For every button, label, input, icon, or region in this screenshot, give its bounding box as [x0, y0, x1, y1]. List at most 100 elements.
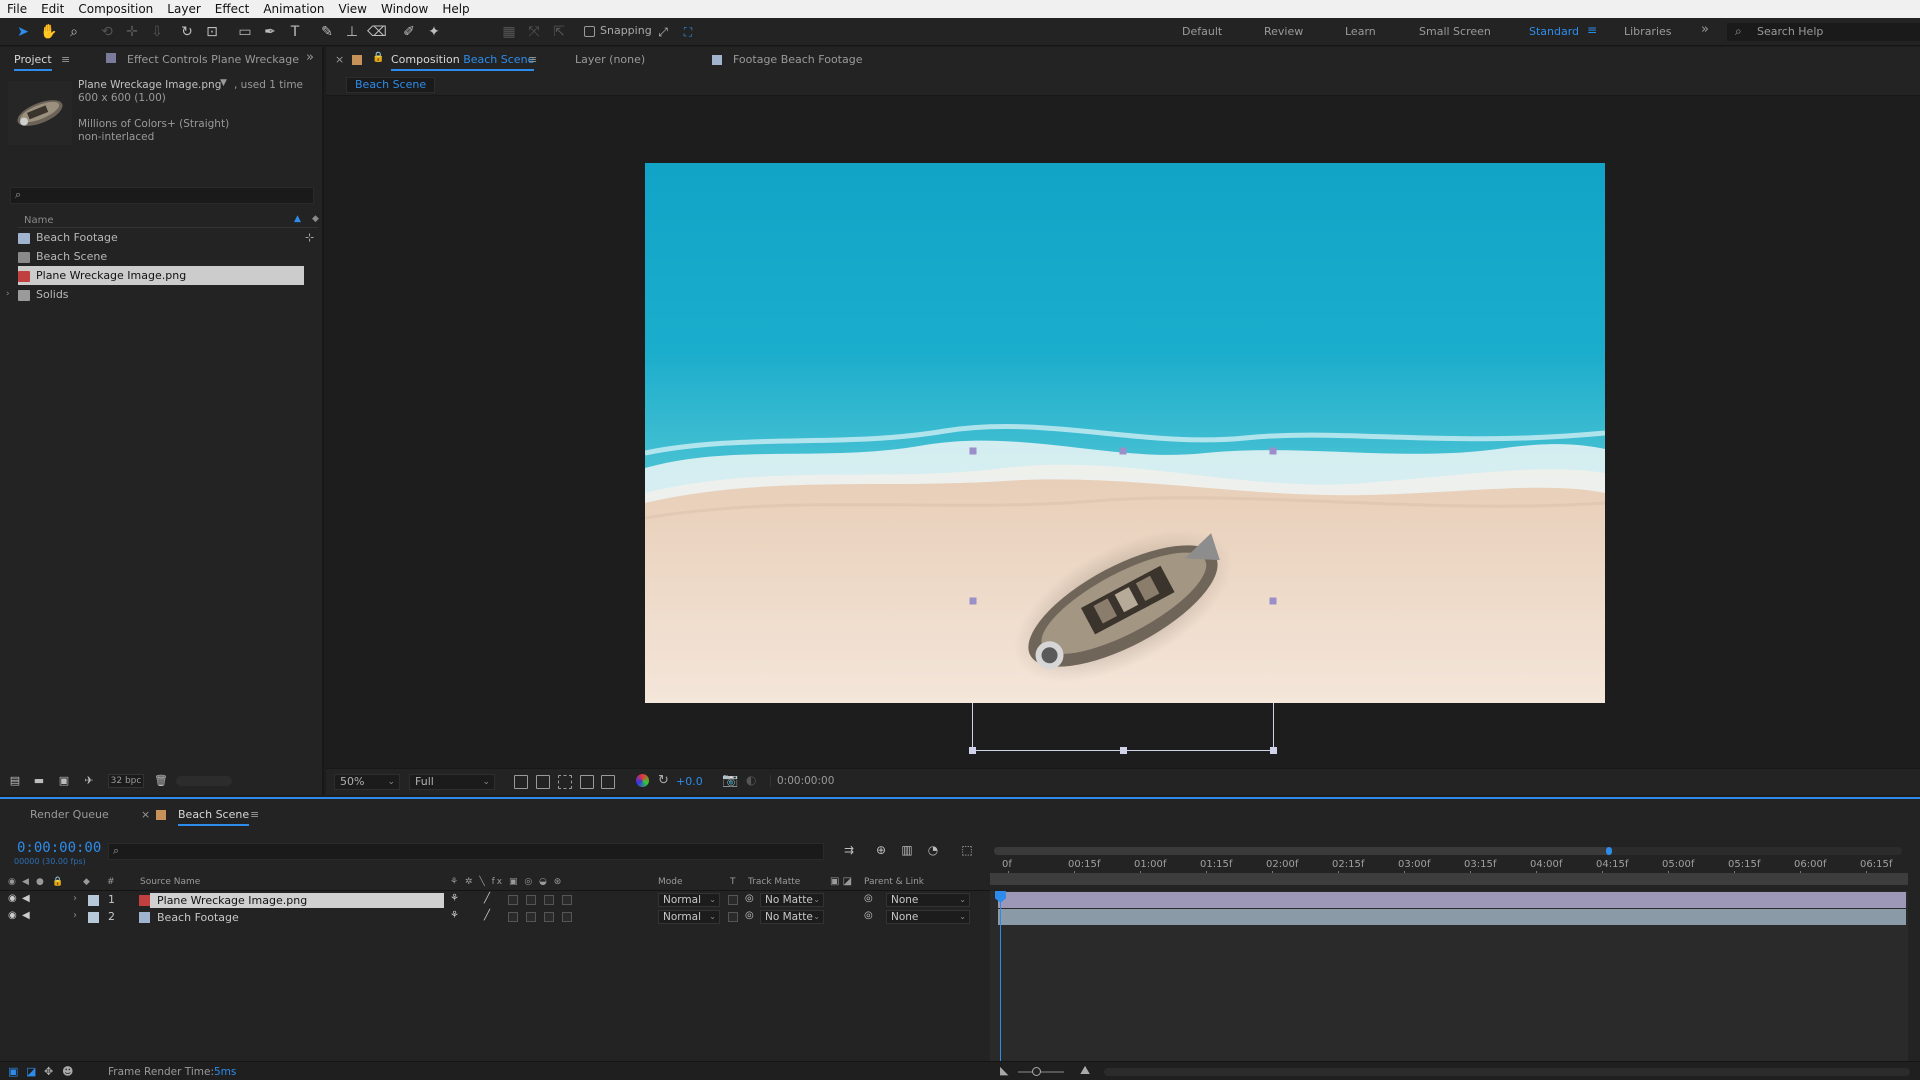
workspace-learn[interactable]: Learn: [1345, 25, 1376, 38]
eraser-tool-icon[interactable]: ⌫: [366, 21, 388, 43]
project-item-solids[interactable]: › Solids: [6, 285, 318, 304]
menu-animation[interactable]: Animation: [256, 0, 331, 18]
rectangle-tool-icon[interactable]: ▭: [234, 21, 256, 43]
blend-mode-dropdown[interactable]: Normal ⌄: [658, 910, 720, 924]
layer-duration-bar[interactable]: [998, 909, 1906, 925]
frame-blend-switch[interactable]: [526, 912, 536, 922]
playhead[interactable]: [995, 891, 1006, 1079]
bit-depth-button[interactable]: 32 bpc: [108, 774, 144, 788]
work-area-bar[interactable]: [994, 847, 1902, 855]
zoom-out-icon[interactable]: ◣: [1000, 1064, 1008, 1077]
solo-toggle-icon[interactable]: ●: [36, 877, 44, 887]
parent-link-header[interactable]: Parent & Link: [864, 877, 924, 887]
grid-guides-icon[interactable]: [601, 775, 615, 789]
sort-ascending-icon[interactable]: ▲: [294, 214, 301, 224]
quality-switch-icon[interactable]: ╱: [484, 893, 490, 904]
name-column-header[interactable]: Name: [24, 215, 54, 226]
project-item-plane-wreckage[interactable]: Plane Wreckage Image.png: [18, 266, 304, 285]
layer-row[interactable]: ◉ ◀ › 2 Beach Footage ⚘ ╱ Normal ⌄ ◎ No M…: [0, 909, 990, 926]
layer-label-color[interactable]: [88, 912, 99, 923]
tab-footage[interactable]: Footage Beach Footage: [733, 53, 862, 66]
source-name-header[interactable]: Source Name: [140, 877, 200, 887]
audio-icon[interactable]: ◀: [22, 910, 30, 921]
frame-blend-switch[interactable]: [526, 895, 536, 905]
eye-icon[interactable]: ◉: [8, 910, 17, 921]
local-axis-mode-icon[interactable]: ▦: [498, 21, 520, 43]
snap-features-icon[interactable]: ⛶: [677, 21, 699, 43]
world-axis-mode-icon[interactable]: ⤧: [523, 21, 545, 43]
mode-header[interactable]: Mode: [658, 877, 683, 887]
bounding-box-handle[interactable]: [969, 747, 976, 754]
in-out-toggle-icon[interactable]: ✥: [44, 1065, 53, 1078]
tab-effect-controls[interactable]: Effect Controls Plane Wreckage: [127, 53, 299, 66]
flowchart-icon[interactable]: ⊹: [305, 228, 314, 247]
video-toggle-icon[interactable]: ◉: [8, 877, 16, 887]
tab-render-queue[interactable]: Render Queue: [30, 808, 109, 821]
adjust-settings-icon[interactable]: ✈: [78, 770, 100, 792]
blend-mode-dropdown[interactable]: Normal ⌄: [658, 893, 720, 907]
mask-visibility-icon[interactable]: [558, 775, 572, 789]
menu-window[interactable]: Window: [374, 0, 435, 18]
hide-shy-layers-icon[interactable]: ▥: [896, 839, 918, 861]
layer-switches-toggle-icon[interactable]: ▣: [8, 1065, 18, 1078]
motion-blur-switch[interactable]: [544, 895, 554, 905]
transparency-grid-icon[interactable]: [536, 775, 550, 789]
snapping-checkbox[interactable]: [584, 26, 595, 37]
reset-exposure-icon[interactable]: ↻: [658, 773, 669, 788]
lock-toggle-icon[interactable]: 🔒: [52, 877, 63, 887]
roto-brush-tool-icon[interactable]: ✐: [398, 21, 420, 43]
3d-layer-switch[interactable]: [562, 912, 572, 922]
composition-menu-icon[interactable]: ≡: [528, 53, 537, 66]
layer-row[interactable]: ◉ ◀ › 1 Plane Wreckage Image.png ⚘ ╱ Nor…: [0, 892, 990, 909]
matte-link-icon[interactable]: ◎: [745, 910, 754, 921]
menu-view[interactable]: View: [332, 0, 374, 18]
tab-layer[interactable]: Layer (none): [575, 53, 645, 66]
eye-icon[interactable]: ◉: [8, 893, 17, 904]
track-matte-dropdown[interactable]: No Matte ⌄: [760, 893, 824, 907]
trash-icon[interactable]: 🗑: [150, 770, 172, 792]
comp-mini-flowchart-icon[interactable]: ⇉: [838, 839, 860, 861]
project-search-input[interactable]: ⌕: [10, 187, 314, 204]
time-ruler[interactable]: 0f 00:15f 01:00f 01:15f 02:00f 02:15f 03:00f 03…: [990, 829, 1908, 885]
parent-dropdown[interactable]: None ⌄: [886, 893, 970, 907]
show-snapshot-icon[interactable]: ◐: [746, 773, 756, 787]
project-item-beach-scene[interactable]: Beach Scene: [18, 247, 318, 266]
timeline-zoom-slider[interactable]: [1018, 1067, 1064, 1076]
orbit-camera-tool-icon[interactable]: ⟲: [96, 21, 118, 43]
snapshot-camera-icon[interactable]: 📷: [722, 773, 738, 788]
new-composition-icon[interactable]: ▣: [53, 770, 75, 792]
frame-blending-icon[interactable]: ◔: [922, 839, 944, 861]
preserve-transparency-checkbox[interactable]: [728, 895, 738, 905]
audio-toggle-icon[interactable]: ◀: [22, 877, 29, 887]
track-matte-dropdown[interactable]: No Matte ⌄: [760, 910, 824, 924]
work-area-band[interactable]: [990, 873, 1908, 885]
pan-behind-tool-icon[interactable]: ⊡: [201, 21, 223, 43]
graph-editor-icon[interactable]: ⬚: [956, 839, 978, 861]
fast-previews-icon[interactable]: [514, 775, 528, 789]
workspace-default[interactable]: Default: [1182, 25, 1222, 38]
current-time-indicator[interactable]: 0:00:00:00: [17, 840, 101, 856]
region-of-interest-icon[interactable]: [580, 775, 594, 789]
layer-label-color[interactable]: [88, 895, 99, 906]
lock-icon[interactable]: 🔒: [372, 52, 384, 63]
pick-whip-icon[interactable]: ◎: [864, 893, 873, 904]
bounding-box-handle[interactable]: [1120, 747, 1127, 754]
bounding-box-handle[interactable]: [1270, 747, 1277, 754]
fx-switch[interactable]: [508, 895, 518, 905]
shy-switch-icon[interactable]: ⚘: [450, 910, 459, 921]
layer-name[interactable]: Beach Footage: [157, 910, 239, 925]
exposure-value[interactable]: +0.0: [676, 775, 703, 788]
work-area-range[interactable]: [994, 847, 1612, 855]
draft-3d-icon[interactable]: ⊕: [870, 839, 892, 861]
track-matte-header[interactable]: Track Matte: [748, 877, 800, 887]
snap-edges-icon[interactable]: ⤢: [652, 21, 674, 43]
magnification-dropdown[interactable]: 50% ⌄: [334, 774, 400, 790]
expand-chevron-icon[interactable]: ›: [73, 910, 77, 921]
brush-tool-icon[interactable]: ✎: [316, 21, 338, 43]
expand-chevron-icon[interactable]: ›: [6, 285, 10, 304]
preserve-transparency-checkbox[interactable]: [728, 912, 738, 922]
search-help-field[interactable]: ⌕ Search Help: [1727, 23, 1920, 41]
composition-breadcrumb[interactable]: Beach Scene: [346, 77, 436, 93]
pen-tool-icon[interactable]: ✒: [259, 21, 281, 43]
show-channel-icon[interactable]: [636, 774, 649, 787]
